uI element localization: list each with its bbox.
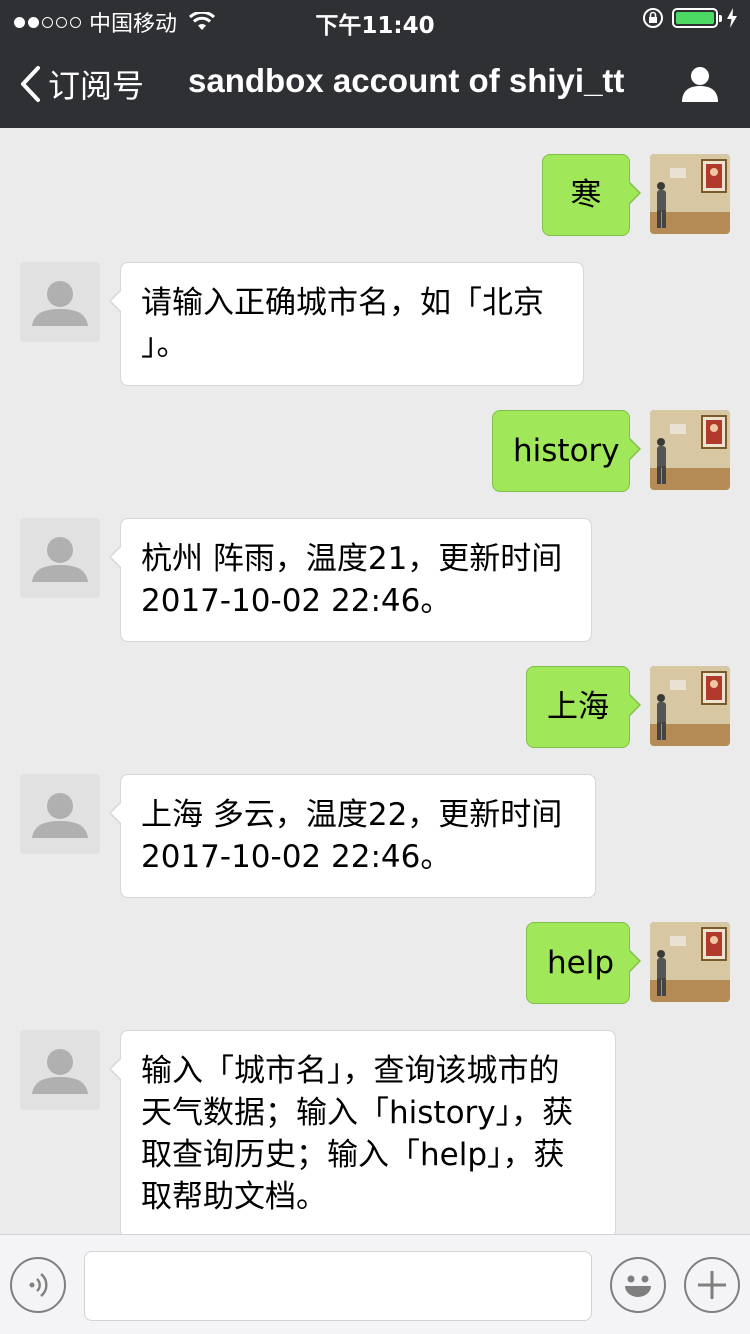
user-profile-icon[interactable]	[680, 64, 720, 104]
incoming-message-bubble[interactable]: 上海 多云，温度22，更新时间 2017-10-02 22:46。	[109, 774, 596, 898]
chat-list[interactable]: 寒请输入正确城市名，如「北京」。 history 杭州 阵雨，温度21，更新时间 20…	[0, 128, 750, 1234]
voice-input-button[interactable]	[10, 1257, 66, 1313]
message-text-line: 取查询历史；输入「help」，获	[141, 1137, 565, 1173]
message-text-line: 天气数据；输入「history」，获	[141, 1095, 574, 1131]
emoji-icon	[625, 1275, 651, 1297]
status-right	[642, 7, 738, 29]
message-text-line: 2017-10-02 22:46。	[141, 583, 452, 619]
message-input[interactable]	[84, 1251, 592, 1321]
outgoing-message-bubble[interactable]: 上海	[526, 666, 641, 748]
voice-input-icon	[29, 1273, 48, 1297]
message-text-line: 」。	[141, 327, 188, 363]
account-avatar[interactable]	[20, 518, 100, 598]
account-avatar[interactable]	[20, 1030, 100, 1110]
account-avatar[interactable]	[20, 262, 100, 342]
emoji-button[interactable]	[610, 1257, 666, 1313]
rotation-lock-icon	[643, 8, 663, 28]
battery-level	[676, 12, 714, 24]
status-bar: 中国移动 下午11:40	[0, 0, 750, 40]
plus-icon	[698, 1271, 726, 1299]
message-text-line: 上海	[547, 689, 609, 725]
message-text-line: 寒	[570, 177, 602, 213]
back-label: 订阅号	[48, 67, 145, 105]
incoming-message-bubble[interactable]: 杭州 阵雨，温度21，更新时间 2017-10-02 22:46。	[109, 518, 592, 642]
outgoing-message-bubble[interactable]: history	[492, 410, 641, 492]
message-text-line: help	[547, 945, 615, 981]
input-bar	[0, 1234, 750, 1334]
message-text-line: 2017-10-02 22:46。	[141, 839, 452, 875]
outgoing-message-bubble[interactable]: 寒	[542, 154, 641, 236]
page-title: sandbox account of shiyi_tt	[188, 62, 625, 99]
outgoing-message-bubble[interactable]: help	[526, 922, 641, 1004]
message-text-line: 输入「城市名」，查询该城市的	[141, 1053, 560, 1089]
incoming-message-bubble[interactable]: 输入「城市名」，查询该城市的 天气数据；输入「history」，获 取查询历史；输入…	[109, 1030, 616, 1234]
status-time: 下午11:40	[315, 13, 435, 39]
message-text-line: 杭州 阵雨，温度21，更新时间	[141, 541, 563, 577]
message-text-line: history	[513, 433, 620, 469]
my-avatar[interactable]	[650, 922, 730, 1002]
message-text-line: 取帮助文档。	[141, 1179, 327, 1215]
my-avatar[interactable]	[650, 666, 730, 746]
battery-icon	[672, 8, 722, 28]
account-avatar[interactable]	[20, 774, 100, 854]
my-avatar[interactable]	[650, 154, 730, 234]
charging-bolt-icon	[727, 8, 737, 28]
incoming-message-bubble[interactable]: 请输入正确城市名，如「北京」。	[109, 262, 584, 386]
chevron-left-icon	[21, 66, 40, 102]
message-text-line: 上海 多云，温度22，更新时间	[141, 797, 563, 833]
back-button[interactable]: 订阅号	[18, 62, 144, 106]
nav-bar: 订阅号 sandbox account of shiyi_tt	[0, 40, 750, 128]
more-button[interactable]	[684, 1257, 740, 1313]
message-text-line: 请输入正确城市名，如「北京	[141, 285, 544, 321]
my-avatar[interactable]	[650, 410, 730, 490]
